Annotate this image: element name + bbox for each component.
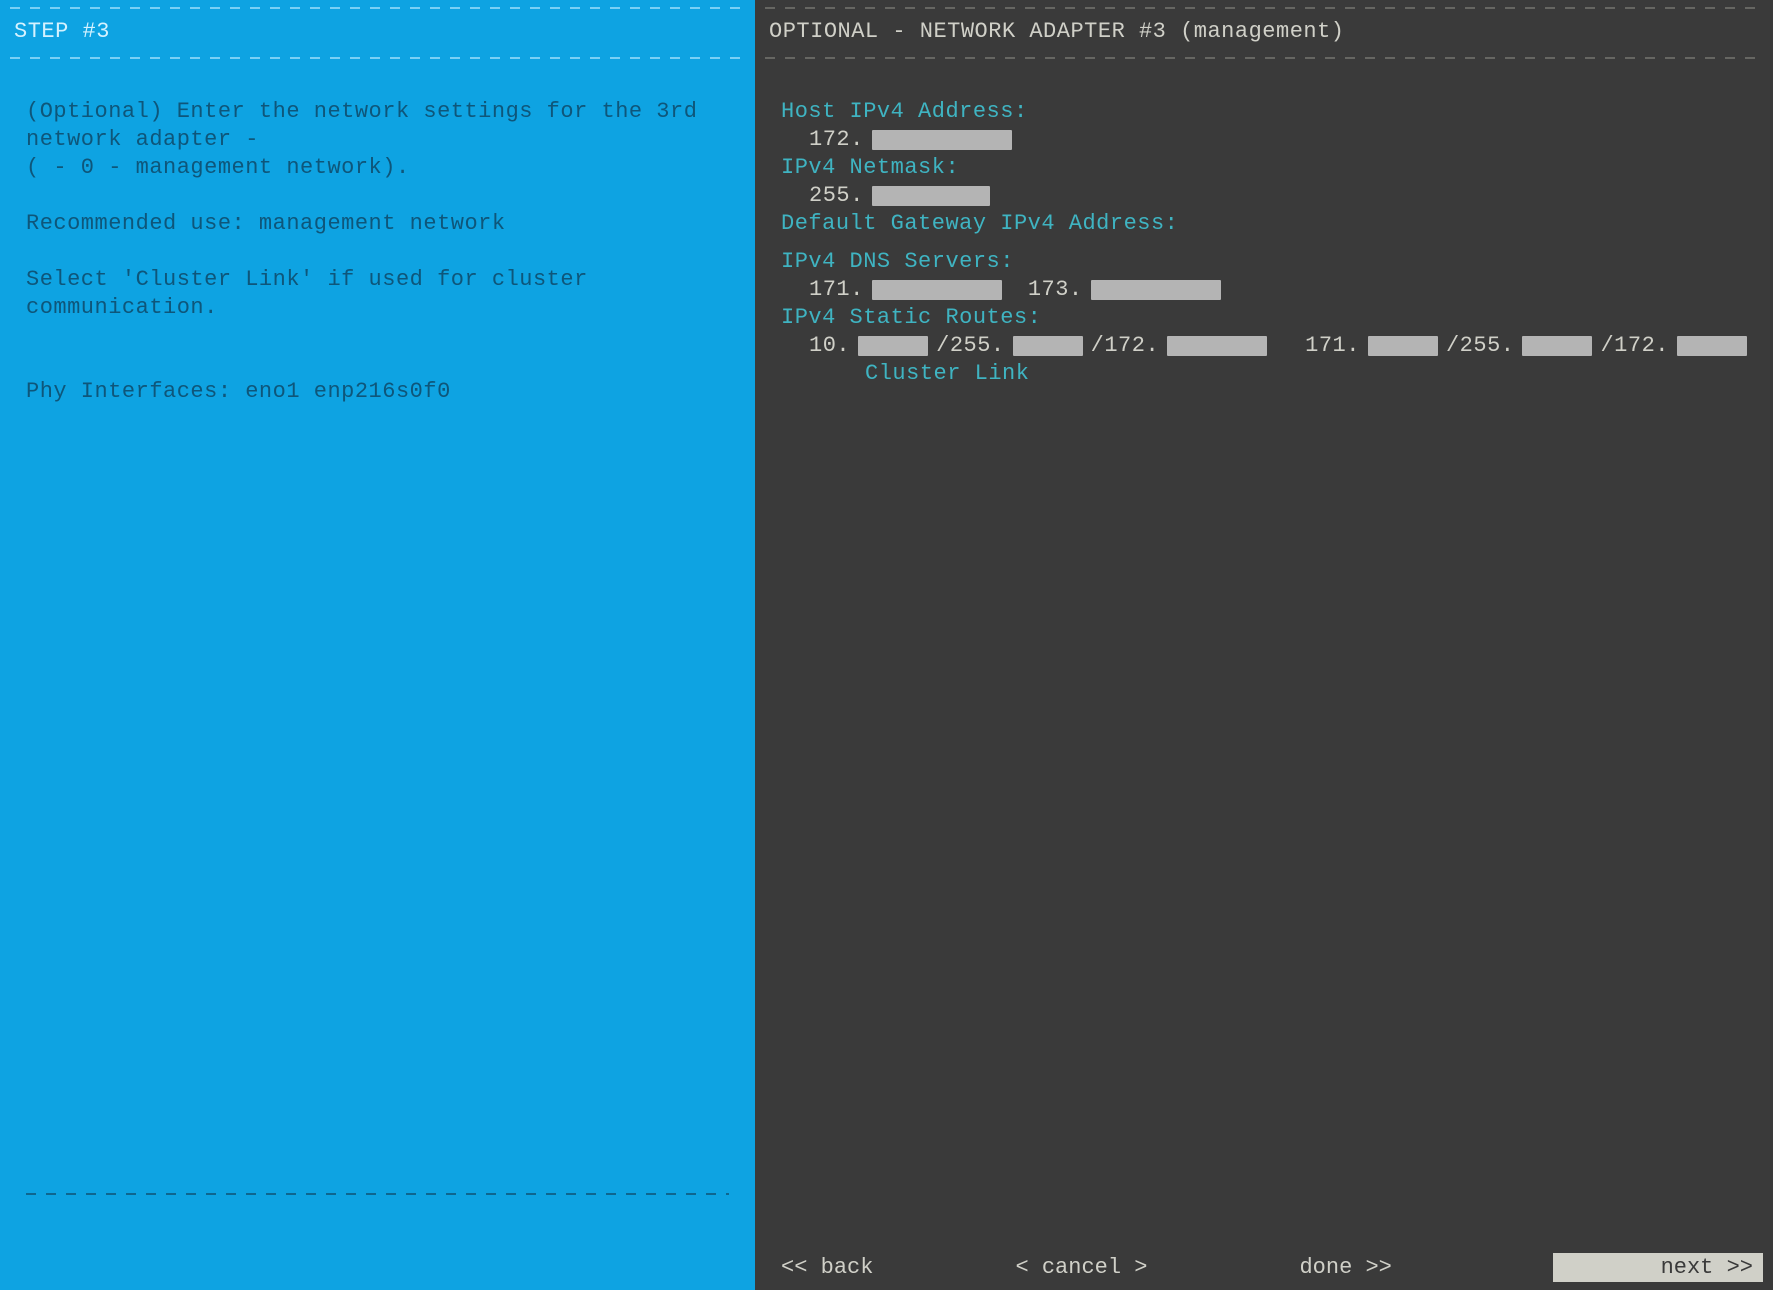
divider (10, 50, 745, 64)
redacted-value (1677, 336, 1747, 356)
cluster-link-option[interactable]: Cluster Link (781, 360, 1755, 388)
left-body: (Optional) Enter the network settings fo… (0, 64, 755, 1290)
host-ipv4-field[interactable]: 172. (781, 126, 1755, 154)
instruction-text: Select 'Cluster Link' if used for cluste… (26, 266, 737, 294)
static-routes-label: IPv4 Static Routes: (781, 304, 1755, 332)
host-ipv4-label: Host IPv4 Address: (781, 98, 1755, 126)
redacted-value (872, 280, 1002, 300)
cancel-button[interactable]: < cancel > (1009, 1253, 1153, 1282)
route-seg: /255. (936, 332, 1005, 360)
instruction-text: ( - 0 - management network). (26, 154, 737, 182)
divider (765, 50, 1763, 64)
gateway-label: Default Gateway IPv4 Address: (781, 210, 1755, 238)
redacted-value (1522, 336, 1592, 356)
dns2-prefix: 173. (1028, 276, 1083, 304)
recommendation-text: Recommended use: management network (26, 210, 737, 238)
dns-field[interactable]: 171. 173. (781, 276, 1755, 304)
panel-title: OPTIONAL - NETWORK ADAPTER #3 (managemen… (765, 14, 1763, 50)
route-seg: 171. (1305, 332, 1360, 360)
back-button[interactable]: << back (775, 1253, 879, 1282)
dns1-prefix: 171. (809, 276, 864, 304)
instruction-text: (Optional) Enter the network settings fo… (26, 98, 737, 126)
left-header: STEP #3 (0, 0, 755, 64)
redacted-value (1013, 336, 1083, 356)
redacted-value (1167, 336, 1267, 356)
wizard-nav: << back < cancel > done >> next >> (755, 1247, 1773, 1288)
netmask-label: IPv4 Netmask: (781, 154, 1755, 182)
divider (765, 0, 1763, 14)
divider (26, 1186, 729, 1200)
setup-wizard: STEP #3 (Optional) Enter the network set… (0, 0, 1773, 1290)
done-button[interactable]: done >> (1293, 1253, 1397, 1282)
divider (10, 0, 745, 14)
redacted-value (872, 130, 1012, 150)
step-title: STEP #3 (10, 14, 745, 50)
right-header: OPTIONAL - NETWORK ADAPTER #3 (managemen… (755, 0, 1773, 64)
route-seg: /172. (1600, 332, 1669, 360)
redacted-value (858, 336, 928, 356)
redacted-value (872, 186, 990, 206)
next-button[interactable]: next >> (1553, 1253, 1763, 1282)
host-ipv4-value-prefix: 172. (809, 126, 864, 154)
netmask-field[interactable]: 255. (781, 182, 1755, 210)
dns-label: IPv4 DNS Servers: (781, 248, 1755, 276)
right-pane: OPTIONAL - NETWORK ADAPTER #3 (managemen… (755, 0, 1773, 1290)
right-body: Host IPv4 Address: 172. IPv4 Netmask: 25… (755, 64, 1773, 1290)
route-seg: /172. (1091, 332, 1160, 360)
instruction-text: communication. (26, 294, 737, 322)
route-seg: 10. (809, 332, 850, 360)
route-seg: /255. (1446, 332, 1515, 360)
instruction-text: network adapter - (26, 126, 737, 154)
phy-interfaces-text: Phy Interfaces: eno1 enp216s0f0 (26, 378, 737, 406)
netmask-value-prefix: 255. (809, 182, 864, 210)
redacted-value (1091, 280, 1221, 300)
left-pane: STEP #3 (Optional) Enter the network set… (0, 0, 755, 1290)
redacted-value (1368, 336, 1438, 356)
static-routes-field[interactable]: 10. /255. /172. 171. /255. /172. (781, 332, 1755, 360)
